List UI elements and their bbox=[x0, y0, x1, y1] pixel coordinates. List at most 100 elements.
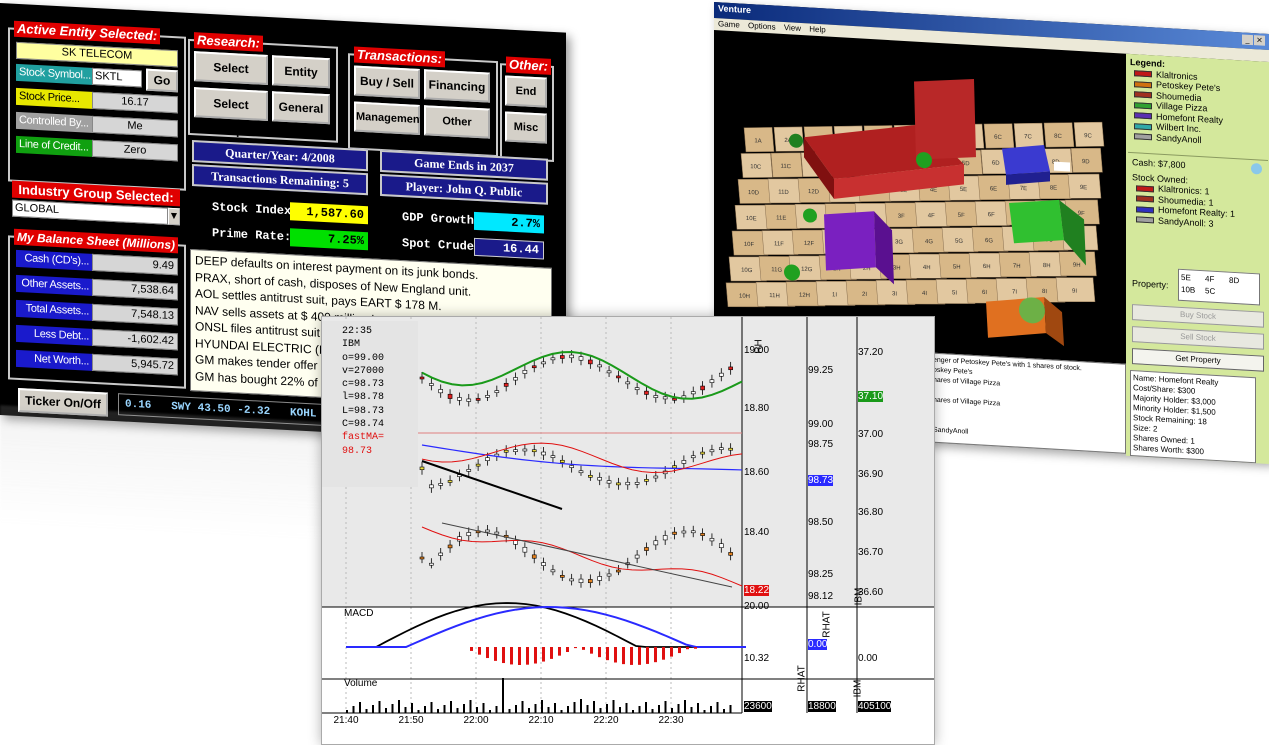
candle bbox=[718, 543, 724, 548]
time-tick: 22:30 bbox=[658, 715, 683, 726]
candle bbox=[690, 455, 696, 459]
sell-stock-button[interactable]: Sell Stock bbox=[1132, 326, 1264, 350]
candle bbox=[616, 482, 621, 486]
candle bbox=[569, 465, 574, 468]
volume-bar bbox=[697, 703, 699, 713]
info-line: c=98.73 bbox=[342, 379, 385, 391]
tile-label: 4I bbox=[922, 291, 927, 297]
balance-label: Less Debt... bbox=[16, 324, 92, 346]
volume-bar bbox=[554, 703, 556, 713]
board-tile: 9E bbox=[1067, 173, 1102, 199]
info-line: IBM bbox=[342, 339, 361, 351]
entity-info-button[interactable]: Entity Info bbox=[272, 55, 330, 105]
volume-value: 405100 bbox=[858, 701, 892, 712]
tile-label: 7I bbox=[1012, 289, 1017, 295]
go-button[interactable]: Go bbox=[146, 68, 178, 93]
volume-bar bbox=[619, 707, 621, 713]
active-entity-title: Active Entity Selected: bbox=[14, 20, 161, 45]
misc-button[interactable]: Misc bbox=[505, 111, 547, 144]
macd-histogram-bar bbox=[590, 647, 593, 654]
candle bbox=[681, 530, 687, 534]
legend-swatch bbox=[1134, 133, 1152, 141]
financing-button[interactable]: Financing bbox=[424, 69, 490, 103]
general-button[interactable]: General bbox=[272, 91, 330, 125]
tile-label: 10E bbox=[746, 216, 757, 223]
info-line: 22:35 bbox=[342, 326, 373, 337]
tile-label: 12H bbox=[799, 293, 810, 300]
tile-label: 6E bbox=[990, 186, 997, 192]
time-tick: 22:20 bbox=[593, 715, 618, 726]
volume-bar bbox=[612, 700, 615, 713]
volume-bar bbox=[658, 705, 660, 713]
tile-label: 6C bbox=[994, 135, 1002, 141]
candle bbox=[522, 369, 528, 374]
property-label: Property: bbox=[1132, 278, 1169, 291]
candle bbox=[457, 397, 462, 401]
board-tile: 1A bbox=[743, 127, 775, 153]
menu-game[interactable]: Game bbox=[718, 19, 740, 29]
rh-tick: 99.00 bbox=[808, 419, 834, 430]
candle bbox=[709, 379, 715, 383]
volume-bar bbox=[710, 706, 712, 713]
property-cell[interactable]: 5C bbox=[1205, 285, 1229, 298]
get-property-button[interactable]: Get Property bbox=[1132, 348, 1264, 372]
candle bbox=[662, 535, 668, 541]
candle bbox=[588, 579, 593, 584]
candle bbox=[522, 448, 528, 452]
board-tile: 8C bbox=[1043, 122, 1075, 148]
candle bbox=[728, 447, 733, 451]
price-tick: 18.40 bbox=[744, 527, 770, 538]
owned-swatch bbox=[1136, 195, 1154, 203]
macd-histogram-bar bbox=[566, 647, 569, 653]
end-turn-button[interactable]: End Turn bbox=[505, 75, 547, 124]
board-tile: 4F bbox=[914, 202, 950, 227]
buy-sell-button[interactable]: Buy / Sell bbox=[354, 65, 420, 100]
ibm-axis-title-lower: IBM bbox=[852, 679, 864, 698]
candle bbox=[447, 480, 453, 483]
candle bbox=[709, 449, 715, 453]
close-icon[interactable]: × bbox=[1254, 35, 1265, 46]
tile-label: 11C bbox=[780, 164, 791, 171]
property-list[interactable]: 5E 4F 8D10B 5C bbox=[1178, 268, 1260, 306]
select-corp-button[interactable]: Select Corp. bbox=[194, 87, 268, 138]
red-current-value: 18.22 bbox=[744, 585, 770, 596]
candle bbox=[634, 554, 640, 559]
macd-histogram-bar bbox=[518, 647, 521, 665]
macd-histogram-bar bbox=[694, 647, 697, 649]
minimize-icon[interactable]: _ bbox=[1242, 34, 1253, 46]
candle bbox=[503, 382, 509, 387]
volume-bar bbox=[664, 701, 667, 713]
candle bbox=[718, 447, 724, 450]
candle bbox=[672, 465, 677, 469]
menu-view[interactable]: View bbox=[784, 23, 801, 33]
buy-stock-button[interactable]: Buy Stock bbox=[1132, 304, 1264, 328]
candle bbox=[569, 578, 574, 582]
tile-label: 4F bbox=[928, 213, 935, 219]
volume-bar bbox=[385, 708, 387, 713]
property-cell[interactable]: 8D bbox=[1229, 275, 1253, 288]
candle bbox=[550, 455, 556, 458]
macd-histogram-bar bbox=[582, 647, 585, 650]
management-button[interactable]: Management bbox=[354, 101, 423, 136]
symbol-input[interactable]: SKTL bbox=[92, 67, 142, 88]
tile-label: 7C bbox=[1024, 134, 1032, 140]
tile-label: 10F bbox=[744, 242, 755, 249]
credit-value: Zero bbox=[92, 139, 178, 162]
menu-options[interactable]: Options bbox=[748, 21, 776, 32]
price-tick: 18.80 bbox=[744, 403, 770, 414]
candle bbox=[634, 387, 640, 391]
select-player-button[interactable]: Select Player bbox=[194, 51, 268, 102]
tile-label: 10D bbox=[748, 190, 760, 197]
menu-help[interactable]: Help bbox=[809, 24, 825, 34]
legend-swatch bbox=[1134, 70, 1152, 78]
volume-bar bbox=[463, 704, 465, 713]
volume-bar bbox=[502, 678, 504, 713]
info-line: fastMA= bbox=[342, 432, 385, 444]
tile-label: 11E bbox=[776, 215, 786, 222]
game-board[interactable]: 1A2A1B2B1C3C4C5C6C7C8C9C10C11C12C1D2D3D4… bbox=[714, 30, 1126, 364]
chevron-down-icon[interactable]: ▼ bbox=[168, 207, 180, 226]
other-trans-button[interactable]: Other Trans. bbox=[424, 105, 490, 155]
candle bbox=[438, 552, 444, 556]
property-cell[interactable]: 10B bbox=[1181, 284, 1205, 297]
balance-value: 7,548.13 bbox=[92, 303, 178, 326]
